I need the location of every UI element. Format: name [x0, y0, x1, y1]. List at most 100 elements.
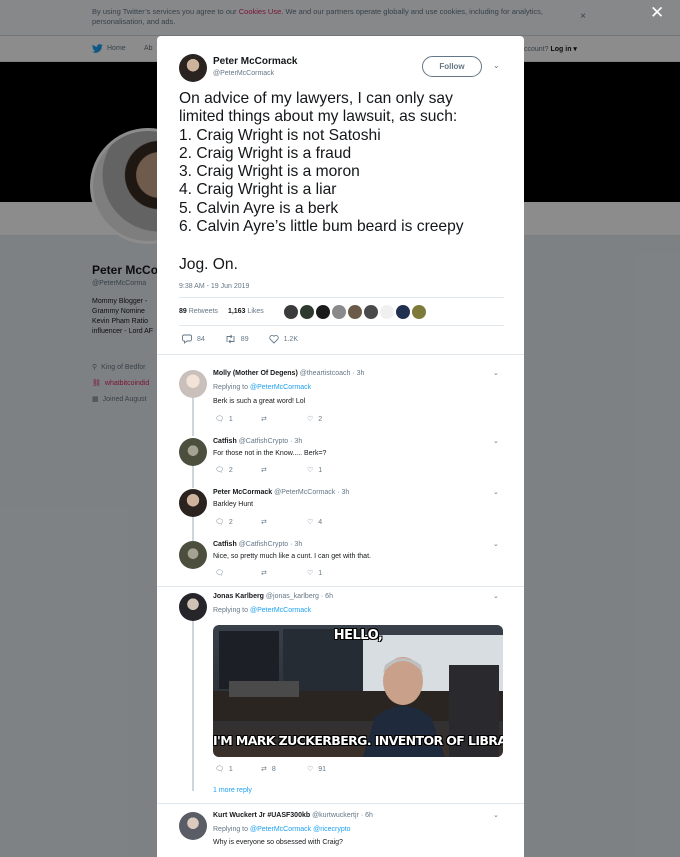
reply-avatar[interactable]	[179, 370, 207, 398]
like-action[interactable]: 1.2K	[268, 334, 298, 344]
follow-button[interactable]: Follow	[422, 56, 482, 77]
retweets-stat[interactable]: 89 Retweets	[179, 308, 218, 315]
reply-name[interactable]: Kurt Wuckert Jr #UASF300kb	[213, 812, 310, 819]
reply-text: Berk is such a great word! Lol	[213, 398, 306, 405]
thread-line	[192, 515, 194, 541]
replying-to-link[interactable]: @PeterMcCormack	[250, 384, 311, 391]
reply-handle[interactable]: @CatfishCrypto	[239, 541, 289, 548]
retweet-action[interactable]: ⇄	[261, 518, 307, 526]
liker-avatar[interactable]	[396, 305, 410, 319]
author-name[interactable]: Peter McCormack	[213, 56, 297, 67]
retweet-icon: ⇄	[261, 467, 267, 474]
like-count: 1.2K	[283, 335, 298, 343]
reply-actions: 🗨 1 ⇄ 8 ♡ 91	[215, 765, 353, 774]
reply-name[interactable]: Catfish	[213, 541, 237, 548]
chevron-down-icon[interactable]: ⌄	[493, 488, 499, 496]
replying-label: Replying to	[213, 384, 249, 391]
reply-avatar[interactable]	[179, 489, 207, 517]
liker-avatar[interactable]	[284, 305, 298, 319]
replying-to: Replying to @PeterMcCormack	[213, 384, 311, 391]
retweet-action[interactable]: 89	[225, 334, 249, 344]
like-action[interactable]: ♡ 1	[307, 569, 353, 578]
reply-action[interactable]: 🗨 1	[215, 765, 261, 774]
reply-time[interactable]: · 3h	[290, 541, 302, 548]
reply-icon: 🗨	[215, 766, 224, 773]
liker-avatar[interactable]	[348, 305, 362, 319]
author-handle[interactable]: @PeterMcCormack	[213, 70, 274, 77]
chevron-down-icon[interactable]: ⌄	[493, 437, 499, 445]
liker-avatar[interactable]	[364, 305, 378, 319]
reply-handle[interactable]: @jonas_karlberg	[266, 593, 319, 600]
liker-avatar[interactable]	[412, 305, 426, 319]
liker-avatar[interactable]	[332, 305, 346, 319]
retweets-count: 89	[179, 308, 187, 315]
show-more-replies-link[interactable]: 1 more reply	[213, 787, 252, 794]
reply-name[interactable]: Catfish	[213, 438, 237, 445]
likes-stat[interactable]: 1,163 Likes	[228, 308, 264, 315]
reply-avatar[interactable]	[179, 593, 207, 621]
retweet-action[interactable]: ⇄	[261, 415, 307, 423]
heart-icon: ♡	[307, 766, 314, 773]
thread-line	[192, 619, 194, 791]
reply-handle[interactable]: @kurtwuckertjr	[312, 812, 359, 819]
reply-count: 2	[228, 466, 233, 474]
tweet-signoff: Jog. On.	[179, 256, 238, 273]
reply-name[interactable]: Molly (Mother Of Degens)	[213, 370, 298, 377]
reply-header: Catfish @CatfishCrypto · 3h	[213, 541, 302, 548]
likes-count: 1,163	[227, 308, 246, 315]
reply-time[interactable]: · 6h	[321, 593, 333, 600]
retweet-icon: ⇄	[261, 519, 267, 526]
like-action[interactable]: ♡ 91	[307, 765, 353, 774]
like-action[interactable]: ♡ 4	[307, 518, 353, 527]
divider	[157, 586, 524, 587]
tweet-timestamp[interactable]: 9:38 AM - 19 Jun 2019	[179, 283, 249, 290]
like-action[interactable]: ♡ 1	[307, 466, 353, 475]
retweet-action[interactable]: ⇄	[261, 466, 307, 474]
reply-action[interactable]: 84	[182, 334, 205, 344]
reply-handle[interactable]: @theartistcoach	[300, 370, 351, 377]
heart-icon: ♡	[307, 416, 314, 423]
meme-image[interactable]: HELLO, I'M MARK ZUCKERBERG. INVENTOR OF …	[213, 625, 503, 757]
chevron-down-icon[interactable]: ⌄	[493, 540, 499, 548]
reply-header: Catfish @CatfishCrypto · 3h	[213, 438, 302, 445]
reply-time[interactable]: · 3h	[290, 438, 302, 445]
chevron-down-icon[interactable]: ⌄	[493, 369, 499, 377]
reply-time[interactable]: · 3h	[337, 489, 349, 496]
meme-top-caption: HELLO,	[333, 628, 383, 643]
reply-handle[interactable]: @PeterMcCormack	[274, 489, 335, 496]
liker-avatar[interactable]	[380, 305, 394, 319]
chevron-down-icon[interactable]: ⌄	[493, 811, 499, 819]
reply-action[interactable]: 🗨 1	[215, 415, 261, 424]
reply-icon: 🗨	[215, 519, 224, 526]
reply-name[interactable]: Peter McCormack	[213, 489, 272, 496]
reply-name[interactable]: Jonas Karlberg	[213, 593, 264, 600]
like-count: 4	[318, 518, 323, 526]
retweet-icon: ⇄	[261, 570, 267, 577]
retweet-action[interactable]: ⇄	[261, 569, 307, 577]
reply-avatar[interactable]	[179, 541, 207, 569]
reply-handle[interactable]: @CatfishCrypto	[239, 438, 289, 445]
reply-time[interactable]: · 3h	[352, 370, 364, 377]
like-action[interactable]: ♡ 2	[307, 415, 353, 424]
reply-avatar[interactable]	[179, 812, 207, 840]
replying-to-link[interactable]: @PeterMcCormack @ricecrypto	[250, 826, 351, 833]
reply-action[interactable]: 🗨 2	[215, 466, 261, 475]
chevron-down-icon[interactable]: ⌄	[493, 592, 499, 600]
tweet-menu-chevron-icon[interactable]: ⌄	[493, 61, 500, 70]
meme-bottom-caption: I'M MARK ZUCKERBERG. INVENTOR OF LIBRA	[213, 733, 503, 748]
liker-avatar[interactable]	[300, 305, 314, 319]
reply-time[interactable]: · 6h	[361, 812, 373, 819]
replying-to: Replying to @PeterMcCormack	[213, 607, 311, 614]
replying-to-link[interactable]: @PeterMcCormack	[250, 607, 311, 614]
reply-action[interactable]: 🗨	[215, 569, 261, 577]
divider	[179, 325, 504, 326]
reply-action[interactable]: 🗨 2	[215, 518, 261, 527]
divider	[157, 354, 524, 355]
reply-avatar[interactable]	[179, 438, 207, 466]
reply-icon: 🗨	[215, 416, 224, 423]
retweet-action[interactable]: ⇄ 8	[261, 765, 307, 774]
author-avatar[interactable]	[179, 54, 207, 82]
liker-avatar[interactable]	[316, 305, 330, 319]
close-modal-icon[interactable]: ✕	[650, 4, 664, 22]
reply-actions: 🗨 2 ⇄ ♡ 4	[215, 518, 353, 527]
